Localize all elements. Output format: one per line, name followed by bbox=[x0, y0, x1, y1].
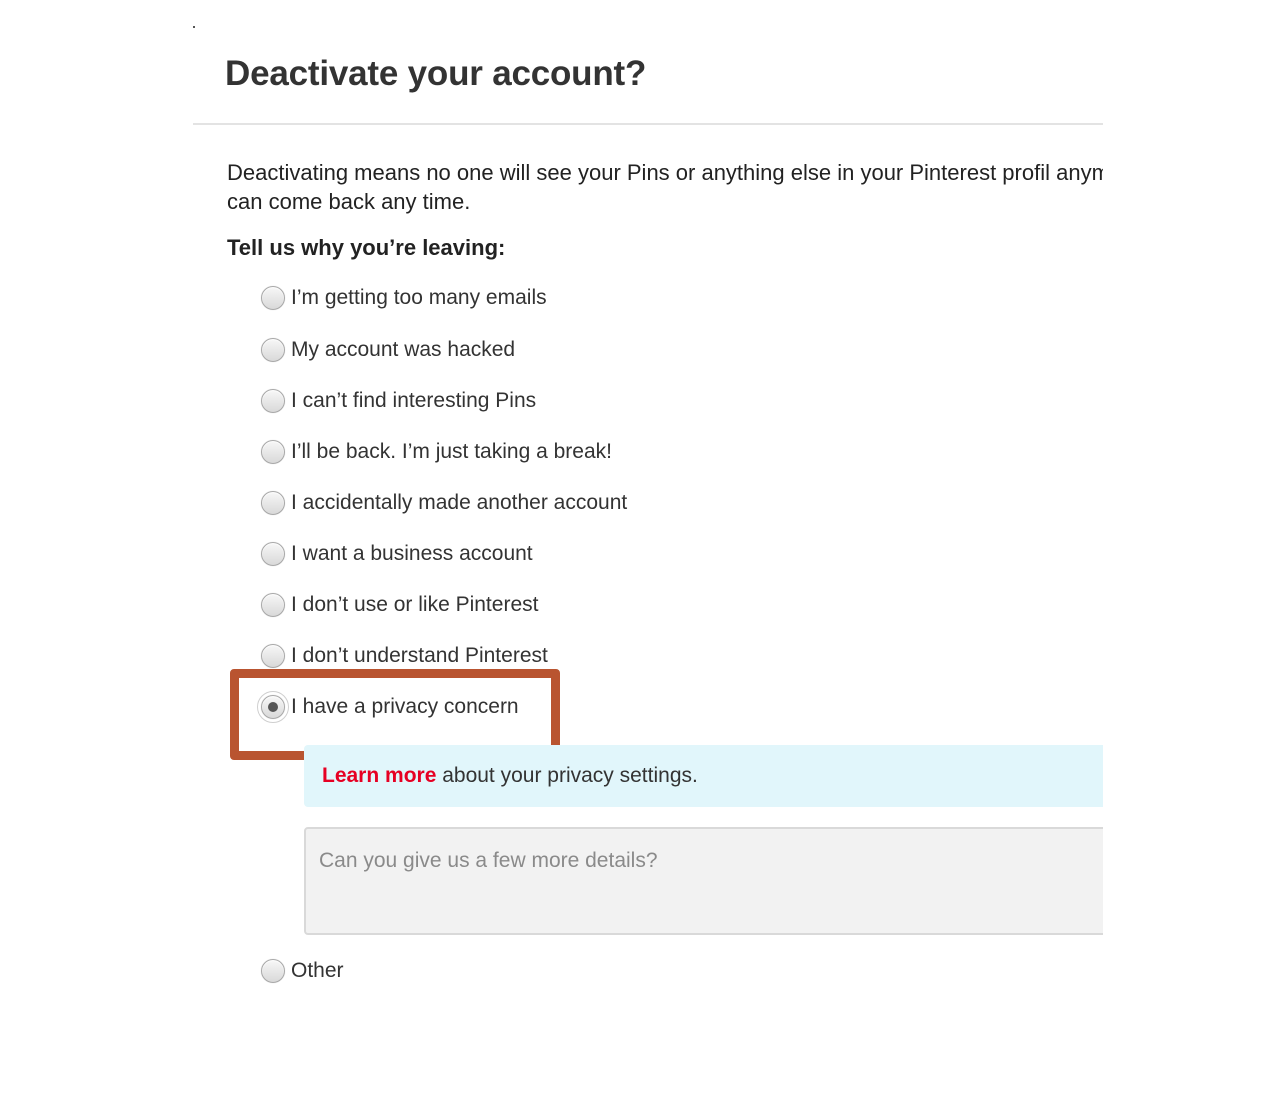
reason-label: I don’t use or like Pinterest bbox=[291, 593, 539, 616]
radio-button[interactable] bbox=[261, 389, 285, 413]
reason-label: I want a business account bbox=[291, 542, 533, 565]
reason-label: I’ll be back. I’m just taking a break! bbox=[291, 440, 612, 463]
header-divider bbox=[193, 123, 1103, 125]
reason-no-interesting-pins[interactable]: I can’t find interesting Pins bbox=[261, 386, 536, 416]
reason-label: I don’t understand Pinterest bbox=[291, 644, 548, 667]
radio-button-selected[interactable] bbox=[257, 691, 289, 723]
reason-prompt: Tell us why you’re leaving: bbox=[227, 235, 506, 260]
reason-business-account[interactable]: I want a business account bbox=[261, 539, 533, 569]
reason-label: I can’t find interesting Pins bbox=[291, 389, 537, 412]
reason-label: I accidentally made another account bbox=[291, 491, 628, 514]
radio-dot-icon bbox=[268, 702, 278, 712]
dialog-title: Deactivate your account? bbox=[225, 54, 647, 93]
radio-button[interactable] bbox=[261, 286, 285, 310]
reason-dont-like[interactable]: I don’t use or like Pinterest bbox=[261, 590, 538, 620]
radio-button[interactable] bbox=[261, 959, 285, 983]
deactivate-dialog: Deactivate your account? Deactivating me… bbox=[193, 0, 1103, 1102]
reason-label: I’m getting too many emails bbox=[291, 286, 547, 309]
reason-dont-understand[interactable]: I don’t understand Pinterest bbox=[261, 641, 548, 671]
reason-label: Other bbox=[291, 959, 344, 982]
radio-button[interactable] bbox=[261, 644, 285, 668]
learn-more-link[interactable]: Learn more bbox=[322, 764, 436, 788]
radio-button[interactable] bbox=[261, 593, 285, 617]
radio-button[interactable] bbox=[261, 338, 285, 362]
reason-account-hacked[interactable]: My account was hacked bbox=[261, 335, 515, 365]
reason-privacy-concern[interactable]: I have a privacy concern bbox=[257, 691, 519, 723]
reason-taking-break[interactable]: I’ll be back. I’m just taking a break! bbox=[261, 437, 612, 467]
privacy-info-text: about your privacy settings. bbox=[436, 764, 698, 787]
privacy-info-banner: Learn more about your privacy settings. bbox=[304, 745, 1103, 807]
reason-another-account[interactable]: I accidentally made another account bbox=[261, 488, 627, 518]
corner-dot bbox=[193, 26, 195, 28]
radio-button[interactable] bbox=[261, 542, 285, 566]
details-textarea[interactable] bbox=[304, 827, 1103, 935]
reason-other[interactable]: Other bbox=[261, 956, 344, 986]
reason-label: I have a privacy concern bbox=[291, 695, 519, 718]
reason-too-many-emails[interactable]: I’m getting too many emails bbox=[261, 283, 547, 313]
reason-label: My account was hacked bbox=[291, 338, 516, 361]
radio-button[interactable] bbox=[261, 491, 285, 515]
radio-button[interactable] bbox=[261, 440, 285, 464]
intro-text: Deactivating means no one will see your … bbox=[227, 160, 1103, 214]
